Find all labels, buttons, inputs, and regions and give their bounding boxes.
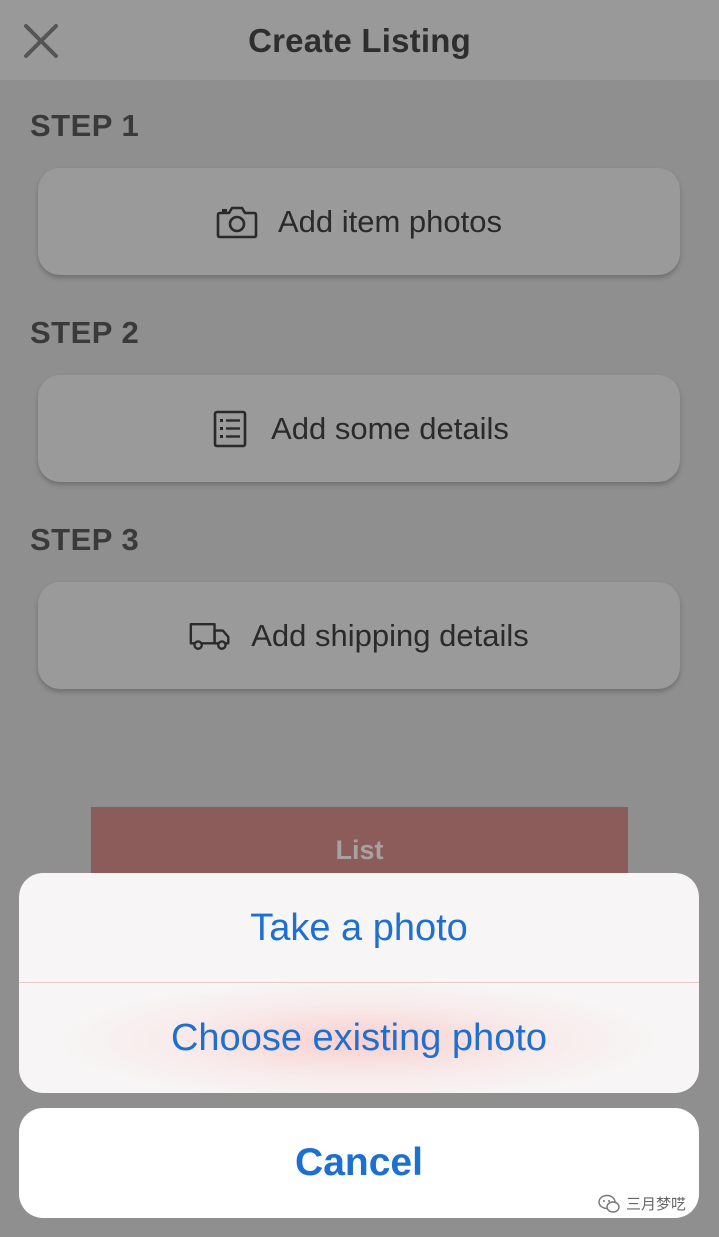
add-shipping-details-label: Add shipping details (251, 617, 529, 653)
photo-action-sheet: Take a photo Choose existing photo (19, 873, 699, 1093)
close-button[interactable] (18, 18, 64, 64)
list-icon (209, 408, 251, 450)
take-photo-option[interactable]: Take a photo (19, 873, 699, 983)
step-2-label: STEP 2 (30, 315, 140, 350)
cancel-button[interactable]: Cancel (19, 1108, 699, 1218)
watermark-text: 三月梦呓 (626, 1196, 687, 1213)
step-1-label: STEP 1 (30, 108, 140, 143)
add-item-photos-button[interactable]: Add item photos (38, 168, 680, 275)
add-some-details-button[interactable]: Add some details (38, 375, 680, 482)
header-bar: Create Listing (0, 0, 719, 80)
add-some-details-label: Add some details (271, 410, 509, 446)
truck-icon (189, 615, 231, 657)
step-3-label: STEP 3 (30, 522, 140, 557)
page-title: Create Listing (248, 22, 471, 59)
add-shipping-details-button[interactable]: Add shipping details (38, 582, 680, 689)
choose-existing-photo-option[interactable]: Choose existing photo (19, 983, 699, 1093)
wechat-icon (598, 1194, 620, 1213)
add-item-photos-label: Add item photos (277, 203, 503, 239)
camera-icon (216, 201, 258, 243)
close-icon (24, 24, 58, 58)
watermark: 三月梦呓 (598, 1193, 686, 1214)
